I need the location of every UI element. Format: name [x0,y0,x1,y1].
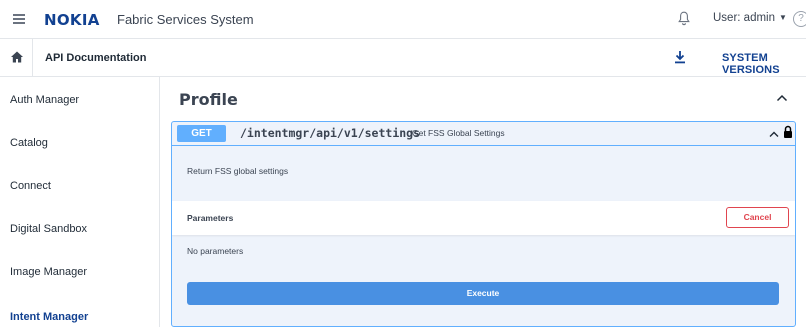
operation-description: Return FSS global settings [187,166,289,176]
user-menu[interactable]: User: admin ▼ [713,12,787,24]
sidebar-item-connect[interactable]: Connect [0,165,159,208]
breadcrumb: API Documentation [45,52,147,64]
hamburger-menu-icon[interactable] [13,14,25,24]
download-icon[interactable] [674,50,686,64]
sidebar-item-digital-sandbox[interactable]: Digital Sandbox [0,208,159,251]
app-title: Fabric Services System [117,12,254,27]
breadcrumb-bar: API Documentation SYSTEM VERSIONS [0,39,806,77]
parameters-header: Parameters Cancel [172,201,795,235]
execute-button[interactable]: Execute [187,282,779,305]
help-icon[interactable]: ? [793,11,806,27]
brand-logo: NOKIA [44,11,100,29]
sidebar-item-auth-manager[interactable]: Auth Manager [0,79,159,122]
user-label: User: admin [713,12,775,24]
cancel-button[interactable]: Cancel [726,207,789,228]
main-content: Profile GET /intentmgr/api/v1/settings G… [161,77,806,327]
no-parameters-text: No parameters [187,246,244,256]
parameters-title: Parameters [187,213,234,223]
operation-path: /intentmgr/api/v1/settings [240,126,421,140]
operation-block: GET /intentmgr/api/v1/settings Get FSS G… [171,121,796,327]
section-title: Profile [179,90,238,109]
sidebar-item-catalog[interactable]: Catalog [0,122,159,165]
bell-icon[interactable] [678,11,690,26]
lock-icon[interactable] [783,125,793,139]
sidebar: Auth Manager Catalog Connect Digital San… [0,77,160,327]
method-badge: GET [177,125,226,142]
system-versions-link[interactable]: SYSTEM VERSIONS [722,52,806,76]
chevron-down-icon: ▼ [779,13,787,22]
chevron-up-icon[interactable] [775,91,789,105]
sidebar-item-image-manager[interactable]: Image Manager [0,251,159,294]
operation-summary-text: Get FSS Global Settings [412,128,505,138]
home-icon[interactable] [10,50,24,64]
top-header: NOKIA Fabric Services System User: admin… [0,0,806,39]
section-header[interactable]: Profile [161,77,806,121]
divider [32,39,33,77]
sidebar-item-intent-manager[interactable]: Intent Manager [0,296,159,327]
chevron-up-icon[interactable] [768,128,780,140]
operation-summary[interactable]: GET /intentmgr/api/v1/settings Get FSS G… [172,122,795,146]
